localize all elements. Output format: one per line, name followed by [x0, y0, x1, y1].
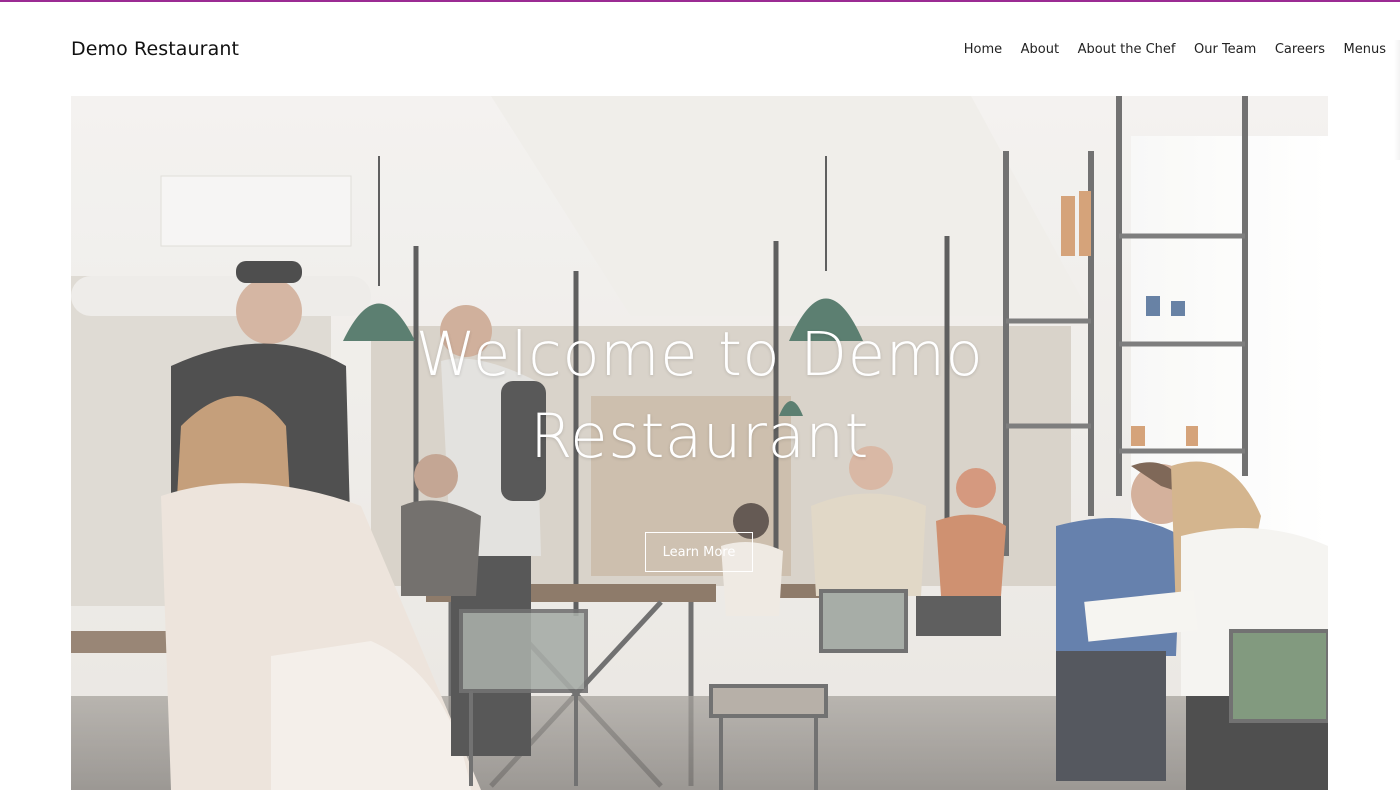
hero-title-line-1: Welcome to Demo [415, 319, 984, 390]
nav-item-menus[interactable]: Menus [1344, 42, 1386, 57]
site-header: Demo Restaurant Home About About the Che… [0, 2, 1400, 96]
nav-item-about-the-chef[interactable]: About the Chef [1078, 42, 1176, 57]
main-nav: Home About About the Chef Our Team Caree… [964, 42, 1386, 57]
learn-more-button[interactable]: Learn More [645, 532, 753, 572]
hero-banner: Welcome to Demo Restaurant Learn More [71, 96, 1328, 790]
nav-item-home[interactable]: Home [964, 42, 1002, 57]
hero-title-line-2: Restaurant [530, 401, 869, 472]
nav-item-careers[interactable]: Careers [1275, 42, 1325, 57]
hero-title: Welcome to Demo Restaurant [71, 314, 1328, 478]
nav-item-our-team[interactable]: Our Team [1194, 42, 1256, 57]
scrollbar-edge [1394, 40, 1400, 160]
site-logo[interactable]: Demo Restaurant [71, 38, 239, 60]
nav-item-about[interactable]: About [1021, 42, 1059, 57]
